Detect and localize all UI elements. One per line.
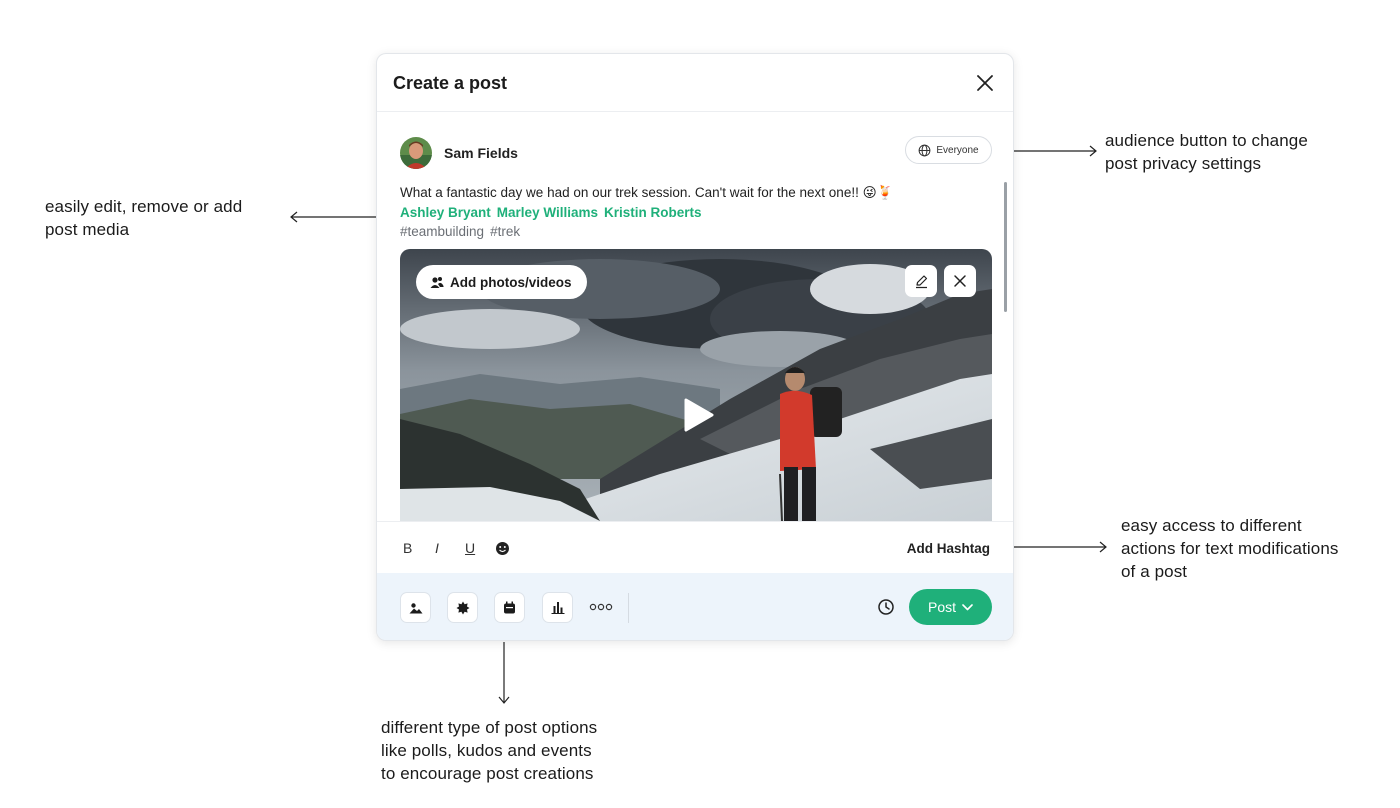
post-button-label: Post bbox=[927, 599, 956, 615]
text-format-toolbar: B I U Add Hashtag bbox=[377, 521, 1013, 573]
tagged-person[interactable]: Kristin Roberts bbox=[604, 205, 702, 220]
tagged-person[interactable]: Marley Williams bbox=[497, 205, 598, 220]
italic-button[interactable]: I bbox=[435, 540, 439, 556]
close-icon[interactable] bbox=[975, 73, 995, 93]
globe-icon bbox=[918, 144, 931, 156]
scrollbar[interactable] bbox=[1004, 182, 1007, 312]
kudos-badge-icon bbox=[456, 601, 469, 614]
poll-post-button[interactable] bbox=[542, 592, 573, 623]
annotation-types-arrow bbox=[498, 642, 510, 704]
pencil-icon bbox=[915, 274, 927, 288]
add-hashtag-button[interactable]: Add Hashtag bbox=[907, 541, 990, 556]
annotation-format: easy access to different actions for tex… bbox=[1121, 516, 1339, 581]
annotation-types: different type of post options like poll… bbox=[381, 718, 598, 783]
avatar bbox=[400, 137, 432, 169]
play-icon[interactable] bbox=[680, 397, 716, 433]
audience-button[interactable]: Everyone bbox=[905, 136, 992, 164]
post-text[interactable]: What a fantastic day we had on our trek … bbox=[400, 185, 893, 201]
event-post-button[interactable] bbox=[494, 592, 525, 623]
people-icon bbox=[430, 276, 444, 288]
media-post-button[interactable] bbox=[400, 592, 431, 623]
add-photos-videos-button[interactable]: Add photos/videos bbox=[416, 265, 587, 299]
underline-button[interactable]: U bbox=[465, 540, 475, 556]
clock-icon[interactable] bbox=[877, 598, 895, 616]
annotation-format-arrow bbox=[1007, 541, 1107, 553]
create-post-modal: Create a post Sam Fields Everyone What a… bbox=[376, 53, 1014, 641]
poll-chart-icon bbox=[551, 602, 564, 614]
hashtag[interactable]: #teambuilding bbox=[400, 224, 484, 239]
post-media: Add photos/videos bbox=[400, 249, 992, 521]
emoji-icon[interactable] bbox=[495, 541, 510, 556]
modal-header: Create a post bbox=[377, 54, 1013, 112]
post-type-toolbar: Post bbox=[377, 573, 1013, 640]
audience-label: Everyone bbox=[936, 144, 979, 156]
bold-button[interactable]: B bbox=[403, 540, 412, 556]
hashtag-list: #teambuilding #trek bbox=[400, 224, 520, 239]
edit-media-button[interactable] bbox=[905, 265, 937, 297]
tagged-person[interactable]: Ashley Bryant bbox=[400, 205, 491, 220]
more-dots-icon[interactable] bbox=[589, 600, 613, 614]
remove-media-button[interactable] bbox=[944, 265, 976, 297]
modal-title: Create a post bbox=[393, 73, 508, 93]
annotation-media: easily edit, remove or add post media bbox=[45, 197, 243, 239]
post-button[interactable]: Post bbox=[909, 589, 992, 625]
image-icon bbox=[409, 602, 422, 613]
tagged-people: Ashley Bryant Marley Williams Kristin Ro… bbox=[400, 205, 701, 220]
user-name: Sam Fields bbox=[444, 145, 518, 161]
hashtag[interactable]: #trek bbox=[490, 224, 520, 239]
add-photos-videos-label: Add photos/videos bbox=[450, 274, 572, 290]
calendar-icon bbox=[504, 601, 515, 614]
toolbar-divider bbox=[628, 593, 629, 623]
annotation-audience: audience button to change post privacy s… bbox=[1105, 131, 1308, 173]
close-icon bbox=[954, 275, 966, 287]
stage: easily edit, remove or add post media au… bbox=[0, 0, 1400, 808]
chevron-down-icon[interactable] bbox=[962, 603, 973, 611]
kudos-post-button[interactable] bbox=[447, 592, 478, 623]
